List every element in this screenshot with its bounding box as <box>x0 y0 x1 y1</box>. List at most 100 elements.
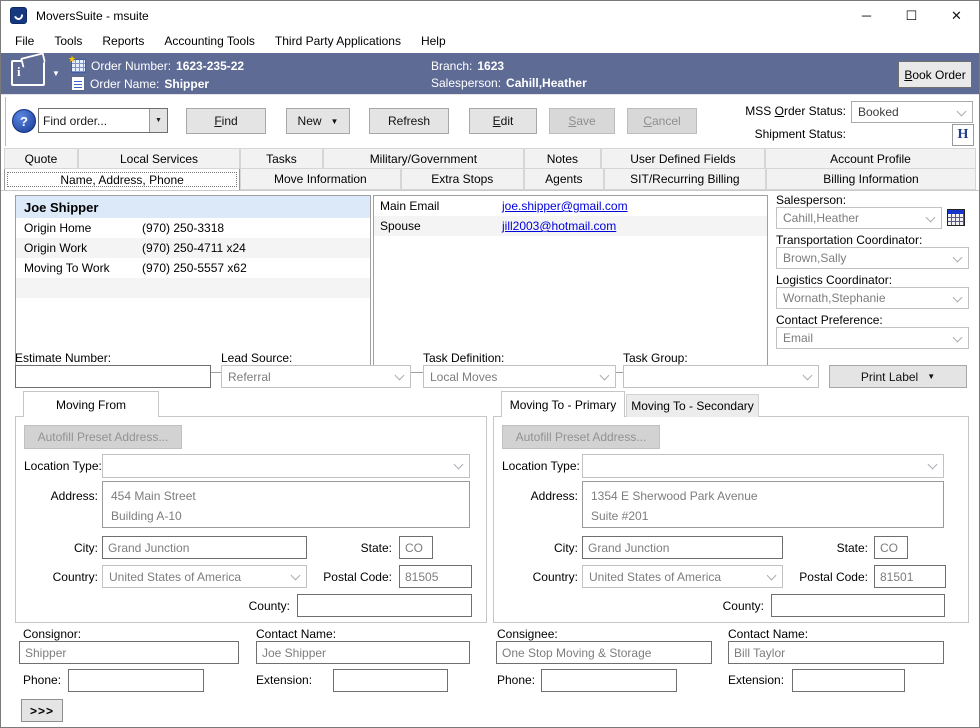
tab-military-government[interactable]: Military/Government <box>323 148 524 169</box>
autofill-preset-address-button[interactable]: Autofill Preset Address... <box>24 425 182 449</box>
tab-quote[interactable]: Quote <box>4 148 78 169</box>
tab-moving-from[interactable]: Moving From <box>23 391 159 417</box>
minimize-icon[interactable]: ─ <box>844 1 889 30</box>
postal-code-label: Postal Code: <box>306 570 392 584</box>
tab-tasks[interactable]: Tasks <box>240 148 323 169</box>
app-icon <box>10 7 27 24</box>
tab-sit-recurring-billing[interactable]: SIT/Recurring Billing <box>604 169 766 190</box>
state-input[interactable] <box>399 536 433 559</box>
country-select[interactable]: United States of America <box>582 565 783 588</box>
consignor-label: Consignor: <box>23 627 81 641</box>
county-input[interactable] <box>771 594 945 617</box>
county-input[interactable] <box>297 594 472 617</box>
find-order-input[interactable] <box>39 109 149 132</box>
chevron-down-icon <box>803 371 813 381</box>
tab-moving-to-primary[interactable]: Moving To - Primary <box>501 391 625 417</box>
city-input[interactable] <box>102 536 307 559</box>
estimate-number-input[interactable] <box>15 365 211 388</box>
salesperson-select[interactable]: Cahill,Heather <box>776 207 942 229</box>
help-icon[interactable]: ? <box>12 109 36 133</box>
save-button[interactable]: Save <box>549 108 615 134</box>
tab-name-address-phone[interactable]: Name, Address, Phone <box>4 169 240 190</box>
country-label: Country: <box>504 570 578 584</box>
address-textarea[interactable]: 454 Main Street Building A-10 <box>102 481 470 528</box>
email-link[interactable]: joe.shipper@gmail.com <box>502 199 628 213</box>
header-salesperson-row: Salesperson: Cahill,Heather <box>431 76 587 90</box>
email-row-main[interactable]: Main Email joe.shipper@gmail.com <box>374 196 767 216</box>
tab-agents[interactable]: Agents <box>524 169 604 190</box>
consignee-contact-name-label: Contact Name: <box>728 627 808 641</box>
tab-account-profile[interactable]: Account Profile <box>765 148 976 169</box>
menu-tools[interactable]: Tools <box>44 32 92 51</box>
tab-billing-information[interactable]: Billing Information <box>766 169 976 190</box>
consignee-phone-input[interactable] <box>541 669 677 692</box>
phone-number: (970) 250-5557 x62 <box>142 261 247 275</box>
email-row-spouse[interactable]: Spouse jill2003@hotmail.com <box>374 216 767 236</box>
email-link[interactable]: jill2003@hotmail.com <box>502 219 616 233</box>
order-name-label: Order Name: <box>90 77 159 91</box>
consignor-extension-input[interactable] <box>333 669 448 692</box>
close-icon[interactable]: ✕ <box>934 1 979 30</box>
consignee-extension-input[interactable] <box>792 669 905 692</box>
lead-source-select[interactable]: Referral <box>221 365 411 388</box>
find-order-combobox: ▼ <box>38 108 168 133</box>
county-label: County: <box>670 599 764 613</box>
consignor-phone-input[interactable] <box>68 669 204 692</box>
consignor-contact-name-input[interactable] <box>256 641 470 664</box>
contact-preference-select[interactable]: Email <box>776 327 969 349</box>
menu-third-party-applications[interactable]: Third Party Applications <box>265 32 411 51</box>
city-input[interactable] <box>582 536 783 559</box>
address-label: Address: <box>24 489 98 503</box>
mss-order-status-select[interactable]: Booked <box>851 101 973 123</box>
tab-extra-stops[interactable]: Extra Stops <box>401 169 524 190</box>
order-number-value: 1623-235-22 <box>176 59 244 73</box>
phone-row-origin-home[interactable]: Origin Home (970) 250-3318 <box>16 218 370 238</box>
new-button[interactable]: New▼ <box>286 108 350 134</box>
tab-move-information[interactable]: Move Information <box>240 169 400 190</box>
county-label: County: <box>196 599 290 613</box>
state-input[interactable] <box>874 536 908 559</box>
consignor-input[interactable] <box>19 641 239 664</box>
tab-moving-to-secondary[interactable]: Moving To - Secondary <box>626 394 759 417</box>
consignee-contact-name-input[interactable] <box>728 641 944 664</box>
location-type-select[interactable] <box>102 454 470 478</box>
home-icon: i <box>11 60 45 86</box>
address-textarea[interactable]: 1354 E Sherwood Park Avenue Suite #201 <box>582 481 944 528</box>
home-menu-button[interactable]: i ▼ <box>11 58 63 88</box>
location-type-select[interactable] <box>582 454 944 478</box>
menu-reports[interactable]: Reports <box>92 32 154 51</box>
menu-accounting-tools[interactable]: Accounting Tools <box>154 32 265 51</box>
salesperson-calendar-icon[interactable] <box>947 209 965 226</box>
refresh-button[interactable]: Refresh <box>369 108 449 134</box>
task-definition-label: Task Definition: <box>423 351 504 365</box>
order-number-icon: ★ <box>71 59 86 73</box>
find-order-dropdown-button[interactable]: ▼ <box>149 109 167 132</box>
logistics-coordinator-select[interactable]: Wornath,Stephanie <box>776 287 969 309</box>
task-group-select[interactable] <box>623 365 819 388</box>
estimate-number-label: Estimate Number: <box>15 351 111 365</box>
tab-local-services[interactable]: Local Services <box>78 148 240 169</box>
edit-button[interactable]: Edit <box>469 108 537 134</box>
task-definition-select[interactable]: Local Moves <box>423 365 616 388</box>
find-button[interactable]: Find <box>186 108 266 134</box>
phone-row-moving-to-work[interactable]: Moving To Work (970) 250-5557 x62 <box>16 258 370 278</box>
expand-more-button[interactable]: >>> <box>21 699 63 722</box>
phone-row-origin-work[interactable]: Origin Work (970) 250-4711 x24 <box>16 238 370 258</box>
country-select[interactable]: United States of America <box>102 565 307 588</box>
consignee-input[interactable] <box>496 641 712 664</box>
postal-code-input[interactable] <box>874 565 946 588</box>
history-button[interactable]: H <box>952 124 974 146</box>
maximize-icon[interactable]: ☐ <box>889 1 934 30</box>
autofill-preset-address-button[interactable]: Autofill Preset Address... <box>502 425 660 449</box>
cancel-button[interactable]: Cancel <box>627 108 697 134</box>
postal-code-input[interactable] <box>399 565 472 588</box>
book-order-button[interactable]: Book Order <box>898 61 972 88</box>
transportation-coordinator-select[interactable]: Brown,Sally <box>776 247 969 269</box>
address-line-2: Suite #201 <box>591 506 935 526</box>
tab-user-defined-fields[interactable]: User Defined Fields <box>601 148 765 169</box>
print-label-button[interactable]: Print Label▼ <box>829 365 967 388</box>
menu-file[interactable]: File <box>5 32 44 51</box>
lead-source-label: Lead Source: <box>221 351 292 365</box>
tab-notes[interactable]: Notes <box>524 148 601 169</box>
menu-help[interactable]: Help <box>411 32 456 51</box>
